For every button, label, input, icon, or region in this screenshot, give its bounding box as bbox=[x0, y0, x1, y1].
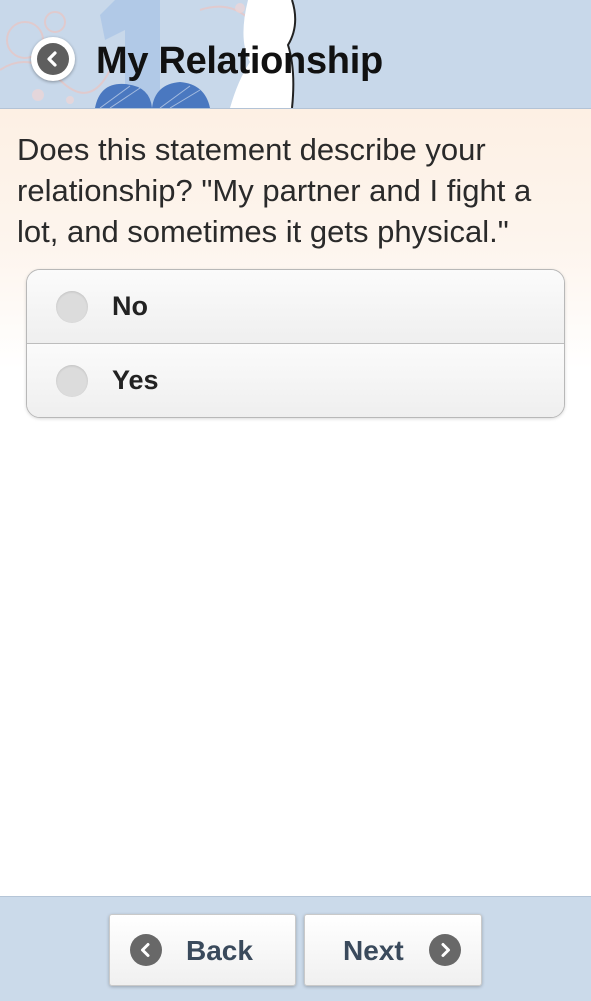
answer-options-list: No Yes bbox=[26, 269, 565, 418]
radio-button-no[interactable] bbox=[56, 290, 88, 323]
chevron-right-circle-icon bbox=[429, 934, 461, 966]
header-bar: My Relationship bbox=[0, 0, 591, 109]
back-button-label: Back bbox=[186, 935, 253, 966]
chevron-left-circle-icon bbox=[130, 934, 162, 966]
header-back-button[interactable] bbox=[31, 37, 75, 81]
option-label-yes: Yes bbox=[112, 365, 159, 395]
chevron-left-circle-icon bbox=[37, 43, 69, 75]
option-no[interactable]: No bbox=[27, 270, 564, 343]
main-content: Does this statement describe your relati… bbox=[0, 109, 591, 896]
next-button-label: Next bbox=[343, 935, 404, 966]
option-label-no: No bbox=[112, 291, 148, 321]
option-yes[interactable]: Yes bbox=[27, 343, 564, 417]
page-title: My Relationship bbox=[96, 40, 383, 82]
footer-bar: Back Next bbox=[0, 896, 591, 1001]
back-button[interactable]: Back bbox=[109, 914, 296, 986]
next-button[interactable]: Next bbox=[304, 914, 482, 986]
question-text: Does this statement describe your relati… bbox=[17, 132, 532, 249]
radio-button-yes[interactable] bbox=[56, 364, 88, 397]
